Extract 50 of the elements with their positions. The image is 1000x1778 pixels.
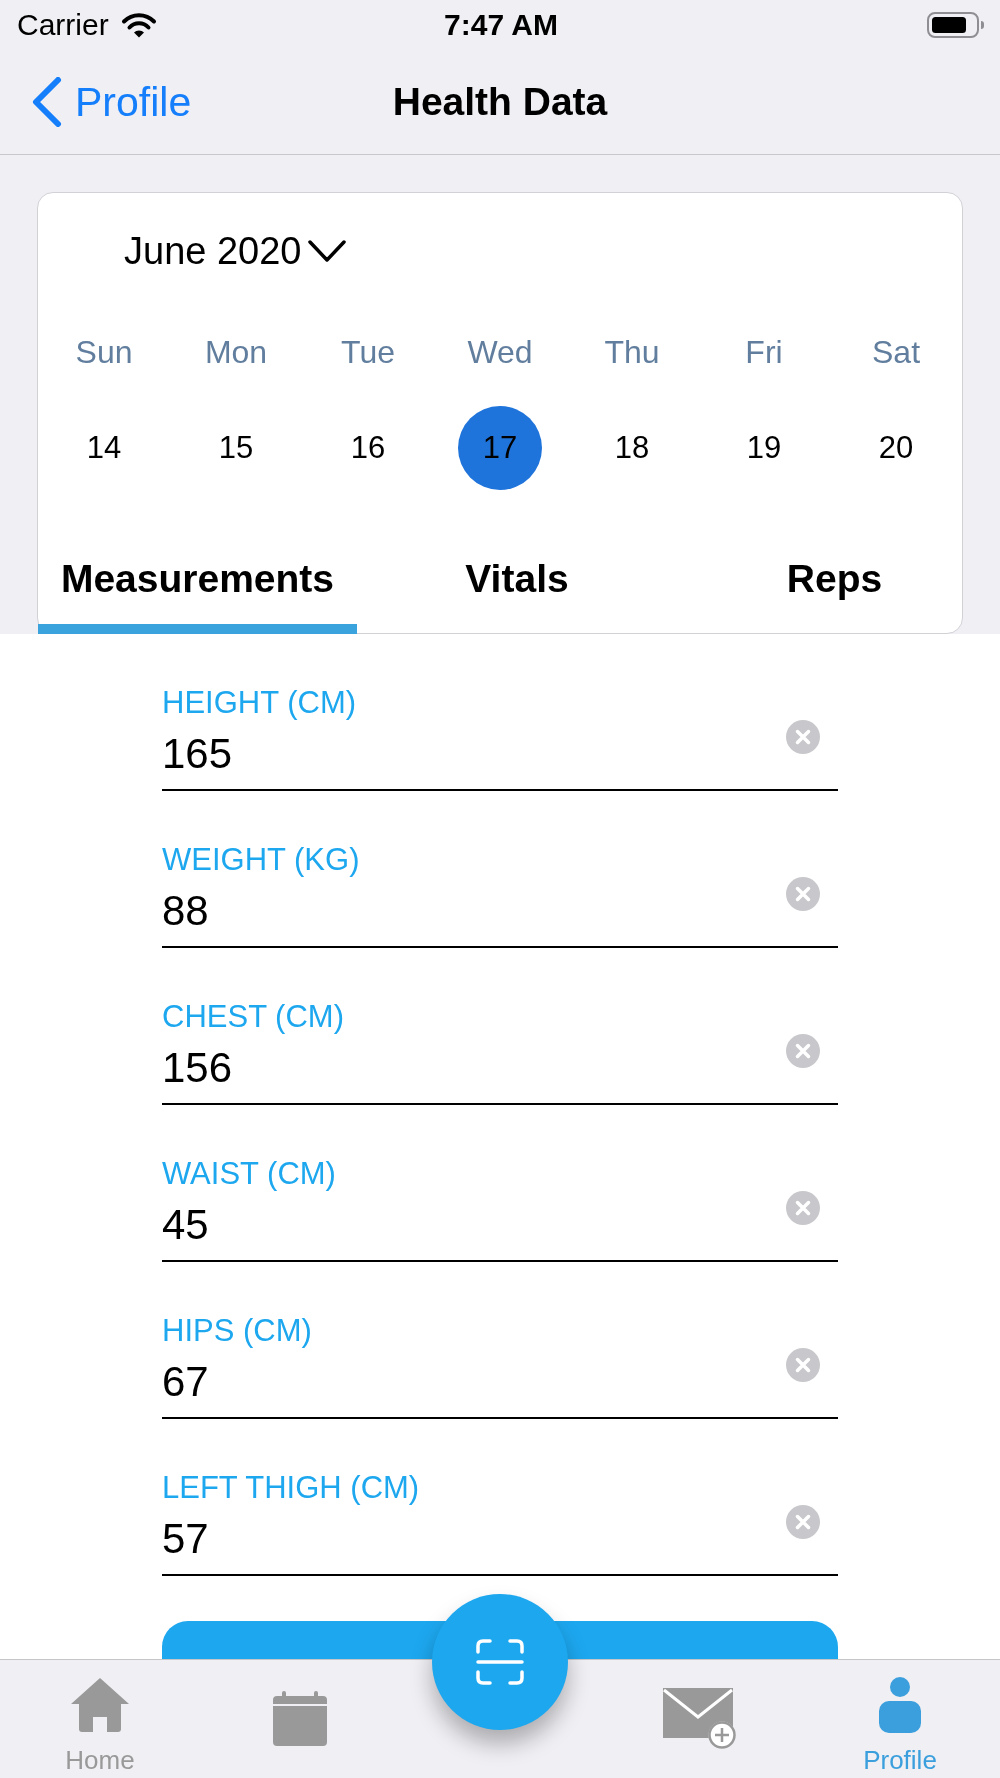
field-label: HIPS (CM) [162, 1314, 312, 1348]
clear-icon[interactable] [786, 1505, 820, 1539]
chevron-down-icon [307, 239, 346, 263]
calendar-icon [272, 1691, 328, 1747]
calendar-day[interactable]: 18 [590, 406, 674, 490]
scan-button[interactable] [432, 1594, 568, 1730]
field-label: HEIGHT (CM) [162, 686, 357, 720]
field-label: LEFT THIGH (CM) [162, 1471, 420, 1505]
clear-icon[interactable] [786, 877, 820, 911]
weekday-label: Sat [872, 333, 920, 372]
weekday-label: Thu [604, 333, 660, 372]
clear-icon[interactable] [786, 1348, 820, 1382]
text-input[interactable]: 57 [162, 1514, 786, 1564]
calendar-day[interactable]: 20 [854, 406, 938, 490]
carrier-label: Carrier [17, 8, 109, 42]
text-input[interactable]: 67 [162, 1357, 786, 1407]
clear-icon[interactable] [786, 1191, 820, 1225]
field-label: WAIST (CM) [162, 1157, 336, 1191]
tab-bar-item[interactable] [272, 1691, 328, 1747]
weekday-label: Fri [745, 333, 783, 372]
wifi-icon [120, 12, 157, 38]
calendar-day[interactable]: 14 [62, 406, 146, 490]
envelope-plus-icon [663, 1688, 737, 1750]
text-input[interactable]: 88 [162, 886, 786, 936]
text-input[interactable]: 165 [162, 729, 786, 779]
text-input[interactable]: 156 [162, 1043, 786, 1093]
month-picker[interactable]: June 2020 [124, 229, 346, 273]
clock-time: 7:47 AM [444, 8, 558, 42]
calendar-day[interactable]: 17 [458, 406, 542, 490]
tab-bar-item[interactable] [663, 1688, 737, 1750]
calendar-day[interactable]: 15 [194, 406, 278, 490]
weekday-label: Tue [341, 333, 395, 372]
weekday-label: Mon [204, 333, 268, 372]
tab[interactable]: Vitals [357, 544, 677, 634]
weekday-label: Wed [467, 333, 533, 372]
calendar-day[interactable]: 19 [722, 406, 806, 490]
person-icon [879, 1677, 921, 1733]
clear-icon[interactable] [786, 720, 820, 754]
field-label: CHEST (CM) [162, 1000, 344, 1034]
field-label: WEIGHT (KG) [162, 843, 360, 877]
clear-icon[interactable] [786, 1034, 820, 1068]
chevron-left-icon [31, 77, 63, 127]
tab[interactable]: Reps [677, 544, 962, 634]
weekday-label: Sun [75, 333, 133, 372]
calendar-day[interactable]: 16 [326, 406, 410, 490]
nav-title: Health Data [392, 80, 608, 124]
text-input[interactable]: 45 [162, 1200, 786, 1250]
home-icon [70, 1677, 130, 1733]
battery-icon [927, 12, 985, 38]
scan-icon [476, 1639, 524, 1685]
